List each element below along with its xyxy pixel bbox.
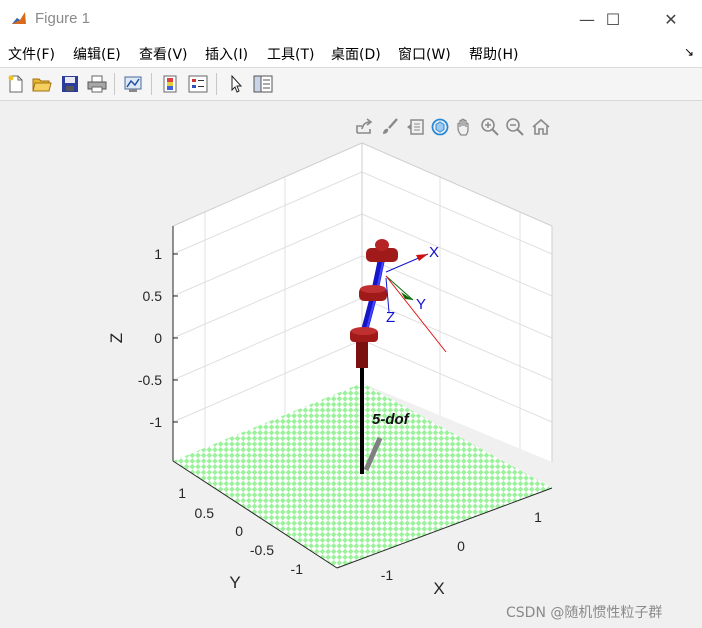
x-axis-label: X [433,579,444,598]
y-tick-label: -0.5 [250,542,274,558]
z-tick-label: 1 [154,246,162,262]
watermark: CSDN @随机惯性粒子群 [506,605,663,621]
x-tick-label: -1 [381,567,394,583]
z-tick-label: 0 [154,330,162,346]
robot-joint [359,285,387,301]
frame-x-label: X [429,244,439,261]
y-tick-label: 0.5 [195,505,215,521]
y-tick-label: 1 [178,485,186,501]
y-axis-label: Y [229,573,240,592]
x-tick-label: 0 [457,538,465,554]
y-tick-label: 0 [235,523,243,539]
z-axis-label: Z [107,333,126,343]
frame-y-label: Y [416,296,426,313]
z-tick-label: -1 [150,414,163,430]
plot-3d[interactable]: 1 0.5 0 -0.5 -1 Z 1 0.5 0 -0.5 -1 Y -1 0… [0,0,702,628]
y-tick-label: -1 [291,561,304,577]
z-tick-label: 0.5 [143,288,163,304]
x-tick-label: 1 [534,509,542,525]
z-tick-label: -0.5 [138,372,162,388]
z-axis-ticks: 1 0.5 0 -0.5 -1 [138,246,178,430]
frame-z-label: Z [386,309,395,326]
robot-name-label: 5-dof [372,411,411,428]
